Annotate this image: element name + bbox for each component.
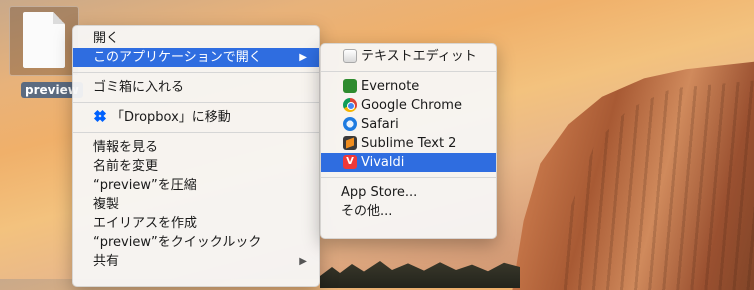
menu-item-quick-look-label: “preview”をクイックルック (93, 235, 262, 250)
textedit-icon (343, 49, 357, 63)
menu-item-get-info[interactable]: 情報を見る (73, 138, 319, 157)
menu-item-open[interactable]: 開く (73, 29, 319, 48)
evernote-icon (343, 79, 357, 93)
safari-icon (343, 117, 357, 131)
open-with-submenu: テキストエディット Evernote Google Chrome Safari … (320, 43, 497, 239)
menu-item-open-label: 開く (93, 31, 120, 46)
menu-item-trash-label: ゴミ箱に入れる (93, 80, 185, 95)
menu-item-compress[interactable]: “preview”を圧縮 (73, 176, 319, 195)
menu-item-dropbox-move-label: 「Dropbox」に移動 (111, 110, 231, 125)
menu-item-make-alias-label: エイリアスを作成 (93, 216, 198, 231)
menu-item-share-label: 共有 (93, 254, 120, 269)
document-fold (53, 12, 65, 24)
app-item-chrome[interactable]: Google Chrome (321, 96, 496, 115)
menu-item-rename[interactable]: 名前を変更 (73, 157, 319, 176)
menu-item-duplicate-label: 複製 (93, 197, 120, 212)
menu-item-dropbox-move[interactable]: 「Dropbox」に移動 (73, 108, 319, 127)
dropbox-icon (93, 109, 107, 124)
menu-separator (321, 177, 496, 178)
app-item-safari[interactable]: Safari (321, 115, 496, 134)
sublime-text-icon (343, 136, 357, 150)
menu-separator (73, 132, 319, 133)
app-item-other-label: その他... (341, 204, 393, 219)
context-menu: 開く このアプリケーションで開く ▶ ゴミ箱に入れる 「Dropbox」に移動 … (72, 25, 320, 287)
menu-item-trash[interactable]: ゴミ箱に入れる (73, 78, 319, 97)
app-item-app-store-label: App Store... (341, 185, 418, 200)
app-item-sublime-label: Sublime Text 2 (361, 136, 457, 151)
app-item-evernote[interactable]: Evernote (321, 77, 496, 96)
app-item-other[interactable]: その他... (321, 202, 496, 221)
wallpaper-trees (320, 261, 520, 288)
app-item-sublime[interactable]: Sublime Text 2 (321, 134, 496, 153)
app-item-vivaldi[interactable]: V Vivaldi (321, 153, 496, 172)
submenu-arrow-icon: ▶ (299, 256, 307, 267)
menu-item-quick-look[interactable]: “preview”をクイックルック (73, 233, 319, 252)
menu-item-duplicate[interactable]: 複製 (73, 195, 319, 214)
chrome-icon (343, 98, 357, 112)
menu-item-share[interactable]: 共有 ▶ (73, 252, 319, 271)
app-item-chrome-label: Google Chrome (361, 98, 462, 113)
menu-separator (73, 102, 319, 103)
submenu-arrow-icon: ▶ (299, 52, 307, 63)
menu-item-rename-label: 名前を変更 (93, 159, 159, 174)
vivaldi-icon: V (343, 155, 357, 169)
menu-separator (321, 71, 496, 72)
menu-item-compress-label: “preview”を圧縮 (93, 178, 197, 193)
menu-item-get-info-label: 情報を見る (93, 140, 159, 155)
menu-item-open-with[interactable]: このアプリケーションで開く ▶ (73, 48, 319, 67)
app-item-textedit[interactable]: テキストエディット (321, 47, 496, 66)
app-item-textedit-label: テキストエディット (361, 49, 477, 64)
menu-item-make-alias[interactable]: エイリアスを作成 (73, 214, 319, 233)
app-item-app-store[interactable]: App Store... (321, 183, 496, 202)
desktop-file-preview[interactable]: preview (9, 6, 83, 98)
menu-item-open-with-label: このアプリケーションで開く (93, 50, 262, 65)
menu-separator (73, 72, 319, 73)
